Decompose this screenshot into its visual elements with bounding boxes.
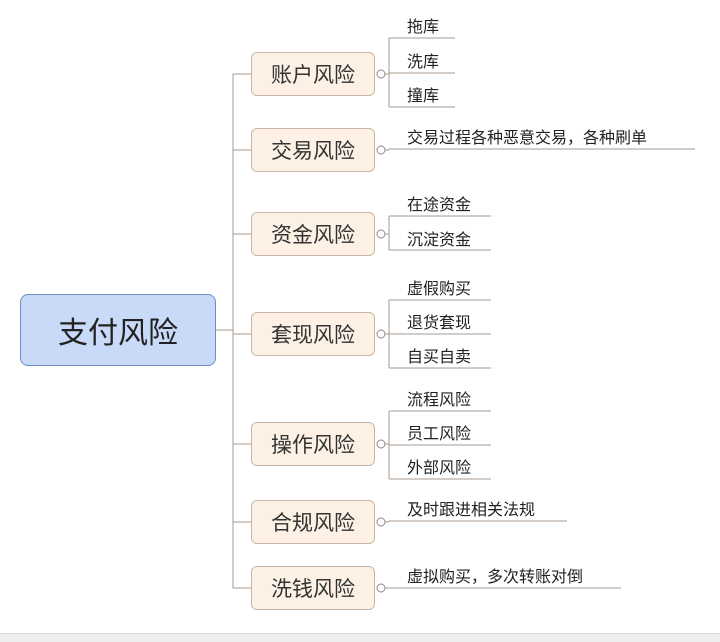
root-node[interactable]: 支付风险 bbox=[20, 294, 216, 366]
leaf-refund-cashout[interactable]: 退货套现 bbox=[407, 309, 471, 333]
collapse-toggle-icon[interactable] bbox=[376, 329, 386, 339]
collapse-toggle-icon[interactable] bbox=[376, 69, 386, 79]
leaf-staff-risk[interactable]: 员工风险 bbox=[407, 420, 471, 444]
branch-money-laundering-risk[interactable]: 洗钱风险 bbox=[251, 566, 375, 610]
leaf-wash-database[interactable]: 洗库 bbox=[407, 48, 439, 72]
leaf-funds-in-transit[interactable]: 在途资金 bbox=[407, 191, 471, 215]
branch-account-risk[interactable]: 账户风险 bbox=[251, 52, 375, 96]
branch-label: 账户风险 bbox=[271, 63, 355, 87]
root-label: 支付风险 bbox=[58, 316, 178, 351]
leaf-fake-purchase[interactable]: 虚假购买 bbox=[407, 275, 471, 299]
leaf-virtual-purchase-transfers[interactable]: 虚拟购买，多次转账对倒 bbox=[407, 563, 583, 587]
leaf-self-dealing[interactable]: 自买自卖 bbox=[407, 343, 471, 367]
branch-funds-risk[interactable]: 资金风险 bbox=[251, 212, 375, 256]
branch-label: 资金风险 bbox=[271, 223, 355, 247]
leaf-deposited-funds[interactable]: 沉淀资金 bbox=[407, 226, 471, 250]
leaf-process-risk[interactable]: 流程风险 bbox=[407, 386, 471, 410]
branch-operation-risk[interactable]: 操作风险 bbox=[251, 422, 375, 466]
leaf-malicious-transactions[interactable]: 交易过程各种恶意交易，各种刷单 bbox=[407, 124, 647, 148]
collapse-toggle-icon[interactable] bbox=[376, 439, 386, 449]
collapse-toggle-icon[interactable] bbox=[376, 229, 386, 239]
branch-label: 套现风险 bbox=[271, 323, 355, 347]
branch-label: 合规风险 bbox=[271, 511, 355, 535]
branch-compliance-risk[interactable]: 合规风险 bbox=[251, 500, 375, 544]
branch-transaction-risk[interactable]: 交易风险 bbox=[251, 128, 375, 172]
leaf-follow-regulations[interactable]: 及时跟进相关法规 bbox=[407, 496, 535, 520]
branch-label: 操作风险 bbox=[271, 433, 355, 457]
collapse-toggle-icon[interactable] bbox=[376, 145, 386, 155]
branch-label: 交易风险 bbox=[271, 139, 355, 163]
collapse-toggle-icon[interactable] bbox=[376, 517, 386, 527]
leaf-credential-stuffing[interactable]: 撞库 bbox=[407, 82, 439, 106]
leaf-external-risk[interactable]: 外部风险 bbox=[407, 454, 471, 478]
collapse-toggle-icon[interactable] bbox=[376, 583, 386, 593]
branch-cashout-risk[interactable]: 套现风险 bbox=[251, 312, 375, 356]
leaf-drag-database[interactable]: 拖库 bbox=[407, 13, 439, 37]
branch-label: 洗钱风险 bbox=[271, 577, 355, 601]
